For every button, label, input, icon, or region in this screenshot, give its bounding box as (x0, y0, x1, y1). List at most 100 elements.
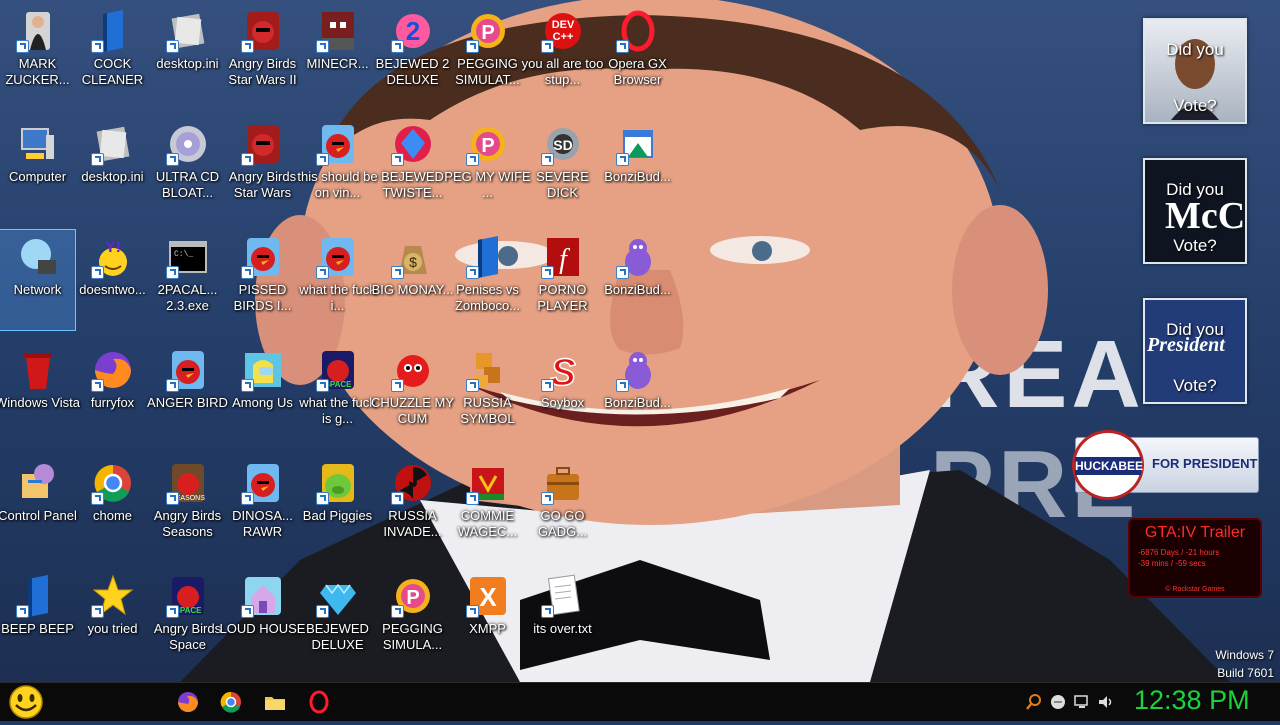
search-icon[interactable] (1025, 693, 1043, 711)
desktop-icon[interactable]: X XMPP (450, 569, 525, 669)
desktop-icon[interactable]: you tried (75, 569, 150, 669)
desktop-icon[interactable]: $ BIG MONAY... (372, 230, 453, 330)
desktop-icon-label: Opera GX Browser (608, 56, 667, 87)
desktop-icon[interactable]: desktop.ini (75, 117, 150, 217)
start-button[interactable] (6, 684, 46, 720)
desktop-icon-label: COCK CLEANER (81, 56, 144, 87)
desktop-icon[interactable]: BEJEWED TWISTE... (375, 117, 450, 217)
desktop-icon-label: its over.txt (533, 621, 592, 636)
desktop-icon[interactable]: DEV C++ you all are too stup... (522, 4, 603, 104)
desktop-icon-label: BEJEWED TWISTE... (381, 169, 444, 200)
desktop-icon[interactable]: Opera GX Browser (600, 4, 675, 104)
desktop-icon[interactable]: Among Us (225, 343, 300, 443)
gta-countdown-mins: -39 mins / -59 secs (1138, 559, 1206, 568)
desktop-icon[interactable]: Network (0, 229, 76, 331)
vote-gadget-line1: Did you (1166, 40, 1224, 59)
desktop-icon-label: BonziBud... (604, 169, 671, 184)
desktop-icon[interactable]: SPACE what the fuck is g... (299, 343, 376, 443)
desktop-icon[interactable]: MINECR... (300, 4, 375, 104)
desktop-icon[interactable]: BonziBud... (600, 230, 675, 330)
huckabee-gadget[interactable]: HUCKABEE FOR PRESIDENT (1072, 430, 1259, 500)
desktop-icon-label: 2PACAL... 2.3.exe (157, 282, 218, 313)
desktop-icon[interactable]: GO GO GADG... (525, 456, 600, 556)
desktop-icon[interactable]: S Soybox (525, 343, 600, 443)
shortcut-arrow-icon (616, 379, 629, 392)
vote-gadget-obama[interactable]: Did you Vote? (1143, 18, 1247, 124)
desktop-icon[interactable]: COCK CLEANER (75, 4, 150, 104)
desktop-icon[interactable]: PISSED BIRDS I... (225, 230, 300, 330)
monitor-tray-icon[interactable] (1073, 693, 1091, 711)
desktop-icon[interactable]: SEASONS Angry Birds Seasons (150, 456, 225, 556)
desktop-icon[interactable]: MARK ZUCKER... (0, 4, 75, 104)
desktop-icon[interactable]: RUSSIA SYMBOL (450, 343, 525, 443)
gta-countdown-gadget[interactable]: GTA:IV Trailer -6876 Days / -21 hours -3… (1128, 518, 1262, 598)
shortcut-arrow-icon (466, 153, 479, 166)
desktop-icon[interactable]: P PEGGING SIMULA... (375, 569, 450, 669)
desktop-icon[interactable]: RUSSIA INVADE... (375, 456, 450, 556)
watermark-line2: Build 7601 (1217, 666, 1274, 680)
desktop-icon-label: desktop.ini (81, 169, 144, 184)
shortcut-arrow-icon (616, 266, 629, 279)
volume-icon[interactable] (1097, 693, 1115, 711)
shortcut-arrow-icon (541, 605, 554, 618)
desktop-icon[interactable]: SD SEVERE DICK (525, 117, 600, 217)
desktop-icon-label: RUSSIA INVADE... (383, 508, 442, 539)
shortcut-arrow-icon (241, 379, 254, 392)
desktop-icon[interactable]: P PEG MY WIFE ... (444, 117, 531, 217)
shortcut-arrow-icon (391, 40, 404, 53)
desktop-icon[interactable]: furryfox (75, 343, 150, 443)
shortcut-arrow-icon (316, 605, 329, 618)
desktop-icon[interactable]: C:\_ 2PACAL... 2.3.exe (150, 230, 225, 330)
desktop-icon[interactable]: Angry Birds Star Wars (225, 117, 300, 217)
desktop-icon-label: CHUZZLE MY CUM (370, 395, 455, 426)
desktop-icon[interactable]: its over.txt (525, 569, 600, 669)
desktop-icon-label: BEJEWED 2 DELUXE (375, 56, 450, 87)
desktop-icon[interactable]: Angry Birds Star Wars II (225, 4, 300, 104)
svg-text:P: P (481, 22, 494, 44)
shortcut-arrow-icon (241, 605, 254, 618)
svg-text:C++: C++ (553, 31, 574, 43)
desktop-icon[interactable]: BEEP BEEP (0, 569, 75, 669)
desktop-icon[interactable]: chome (75, 456, 150, 556)
desktop-icon[interactable]: COMMIE WAGEC... (450, 456, 525, 556)
desktop-icon[interactable]: BonziBud... (600, 117, 675, 217)
desktop-icon[interactable]: desktop.ini (150, 4, 225, 104)
desktop-icon-label: Angry Birds Star Wars II (228, 56, 297, 87)
desktop-icon[interactable]: this should be on vin... (297, 117, 378, 217)
folder-icon[interactable] (262, 689, 288, 715)
chrome-icon[interactable] (218, 689, 244, 715)
svg-text:C:\_: C:\_ (174, 250, 193, 259)
desktop-icon[interactable]: Bad Piggies (300, 456, 375, 556)
vote-gadget-mccain[interactable]: Did you McC Vote? (1143, 158, 1247, 264)
desktop-icon-label: GO GO GADG... (537, 508, 588, 539)
taskbar-clock[interactable]: 12:38 PM (1134, 685, 1250, 716)
desktop-icon[interactable]: Windows Vista (0, 343, 80, 443)
desktop-icon[interactable]: SPACE Angry Birds Space (150, 569, 225, 669)
desktop-icon[interactable]: Computer (0, 117, 75, 217)
desktop-icon[interactable]: ULTRA CD BLOAT... (150, 117, 225, 217)
desktop-icon[interactable]: Y! doesntwo... (75, 230, 150, 330)
firefox-icon[interactable] (175, 689, 201, 715)
desktop-icon[interactable]: P PEGGING SIMULAT... (450, 4, 525, 104)
desktop-icon[interactable]: 2 BEJEWED 2 DELUXE (375, 4, 450, 104)
desktop-icon[interactable]: Penises vs Zomboco... (450, 230, 525, 330)
huckabee-name: HUCKABEE (1075, 459, 1144, 473)
desktop-icon-label: Among Us (232, 395, 293, 410)
opera-icon[interactable] (306, 689, 332, 715)
desktop-icon[interactable]: CHUZZLE MY CUM (371, 343, 454, 443)
desktop-icon[interactable]: what the fuck i... (299, 230, 376, 330)
desktop-icon[interactable]: Control Panel (0, 456, 77, 556)
desktop-icon[interactable]: ANGER BIRD (147, 343, 228, 443)
control-panel-icon (18, 460, 58, 506)
desktop-icon[interactable]: BonziBud... (600, 343, 675, 443)
desktop-icon[interactable]: BEJEWED DELUXE (300, 569, 375, 669)
desktop-icon[interactable]: LOUD HOUSE (220, 569, 305, 669)
vote-gadget-president[interactable]: Did you President Vote? (1143, 298, 1247, 404)
network-tray-icon[interactable] (1049, 693, 1067, 711)
desktop-icon[interactable]: DINOSA... RAWR (225, 456, 300, 556)
desktop-icon[interactable]: f PORNO PLAYER (525, 230, 600, 330)
desktop-icon-label: PISSED BIRDS I... (233, 282, 292, 313)
desktop-icon-label: Angry Birds Star Wars (228, 169, 297, 200)
desktop-icon-label: furryfox (90, 395, 135, 410)
shortcut-arrow-icon (316, 266, 329, 279)
